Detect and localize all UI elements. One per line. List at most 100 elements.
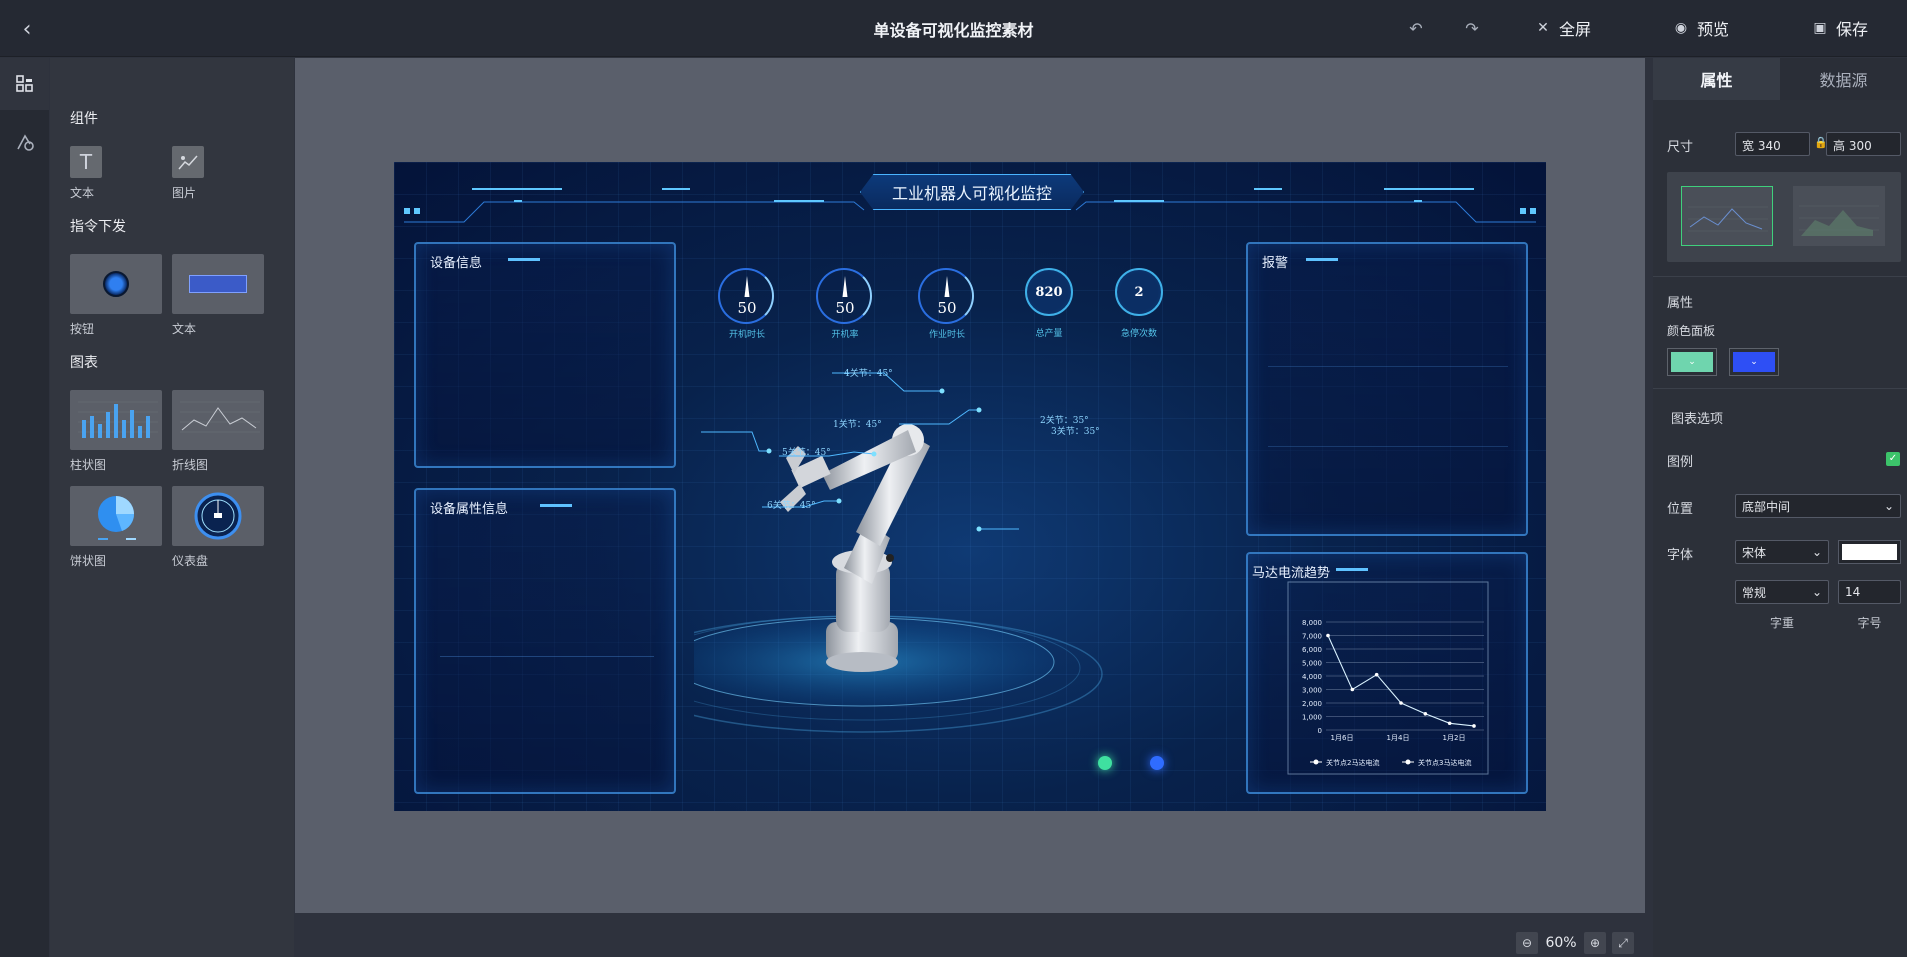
- gauge-icon: [172, 486, 264, 546]
- preview-label: 预览: [1697, 20, 1730, 39]
- position-select[interactable]: 底部中间 ⌄: [1735, 494, 1901, 518]
- joint-leader-lines: [701, 372, 1019, 532]
- eye-icon: ◉: [1674, 20, 1688, 36]
- pie-chart-icon: [70, 486, 162, 546]
- component-label: 文本: [172, 322, 197, 336]
- fit-screen-icon: ⤢: [1618, 935, 1628, 950]
- bar-chart-icon: [70, 390, 162, 450]
- zoom-in-button[interactable]: ⊕: [1584, 932, 1606, 954]
- chart-style-option-1[interactable]: [1681, 186, 1773, 246]
- height-input[interactable]: 高 300: [1826, 132, 1901, 156]
- component-label: 图片: [172, 186, 197, 200]
- chevron-down-icon: ⌄: [1671, 352, 1713, 372]
- component-label: 折线图: [172, 458, 209, 472]
- chevron-down-icon: ⌄: [1883, 499, 1894, 513]
- component-label: 文本: [70, 186, 95, 200]
- legend-checkbox[interactable]: ✓: [1886, 452, 1900, 466]
- chevron-down-icon: ⌄: [1811, 585, 1822, 599]
- component-image[interactable]: 图片: [172, 146, 264, 201]
- font-family-value: 宋体: [1742, 545, 1767, 560]
- component-gauge[interactable]: 仪表盘: [172, 486, 264, 569]
- component-label: 柱状图: [70, 458, 107, 472]
- text-input-icon: [172, 254, 264, 314]
- font-family-select[interactable]: 宋体 ⌄: [1735, 540, 1829, 564]
- joint-label-1: 1关节：45°: [833, 420, 882, 430]
- component-label: 饼状图: [70, 554, 107, 568]
- joint-label-5: 5关节：45°: [782, 448, 831, 458]
- size-label: 尺寸: [1667, 140, 1694, 155]
- fit-screen-button[interactable]: ⤢: [1612, 932, 1634, 954]
- font-weight-caption: 字重: [1769, 616, 1794, 630]
- undo-icon: ↶: [1409, 18, 1423, 38]
- component-label: 仪表盘: [172, 554, 209, 568]
- legend-label: 图例: [1667, 455, 1694, 470]
- component-text[interactable]: T 文本: [70, 146, 162, 201]
- width-input[interactable]: 宽 340: [1735, 132, 1810, 156]
- preview-button[interactable]: ◉ 预览: [1673, 16, 1729, 40]
- fullscreen-label: 全屏: [1559, 20, 1592, 39]
- section-title-commands: 指令下发: [70, 219, 126, 235]
- document-title: 单设备可视化监控素材: [873, 21, 1034, 40]
- chevron-down-icon: ⌄: [1733, 352, 1775, 372]
- tab-datasource[interactable]: 数据源: [1780, 58, 1907, 100]
- button-icon: [70, 254, 162, 314]
- chart-options-title: 图表选项: [1671, 412, 1724, 427]
- component-bar-chart[interactable]: 柱状图: [70, 390, 162, 473]
- font-label: 字体: [1667, 548, 1694, 563]
- image-icon: [172, 146, 204, 178]
- component-pie-chart[interactable]: 饼状图: [70, 486, 162, 569]
- chart-style-option-2[interactable]: [1793, 186, 1885, 246]
- line-chart-icon: [172, 390, 264, 450]
- chevron-down-icon: ⌄: [1811, 545, 1822, 559]
- position-label: 位置: [1667, 502, 1694, 517]
- zoom-out-button[interactable]: ⊖: [1516, 932, 1538, 954]
- font-size-input[interactable]: 14: [1838, 580, 1901, 604]
- save-button[interactable]: ▣ 保存: [1812, 16, 1868, 40]
- color-swatch-blue[interactable]: ⌄: [1729, 348, 1779, 376]
- component-label: 按钮: [70, 322, 95, 336]
- top-bar: ‹ 单设备可视化监控素材 ↶ ↷ ✕ 全屏 ◉ 预览 ▣ 保存: [0, 0, 1907, 57]
- left-rail: [0, 58, 49, 957]
- font-weight-select[interactable]: 常规 ⌄: [1735, 580, 1829, 604]
- redo-icon: ↷: [1465, 18, 1479, 38]
- properties-tabs: 属性 数据源: [1653, 58, 1907, 100]
- joint-label-4: 4关节：45°: [844, 369, 893, 379]
- shapes-icon: [16, 134, 34, 151]
- save-icon: ▣: [1813, 20, 1827, 36]
- chart-style-picker: [1667, 172, 1901, 262]
- component-panel: 组件 T 文本 图片 指令下发 按钮 文本 图表 柱状图 折线图 饼状图 仪表盘: [50, 58, 294, 957]
- save-label: 保存: [1836, 20, 1869, 39]
- position-value: 底部中间: [1742, 499, 1791, 514]
- status-dot-blue[interactable]: [1150, 756, 1164, 770]
- joint-label-6: 6关节：45°: [767, 501, 816, 511]
- zoom-in-icon: ⊕: [1589, 936, 1601, 950]
- dashboard-board[interactable]: 工业机器人可视化监控 设备信息 设备属性信息 报警 马达电流趋势 8,000 7,…: [394, 162, 1546, 811]
- fullscreen-button[interactable]: ✕ 全屏: [1535, 16, 1591, 40]
- color-panel-label: 颜色面板: [1667, 324, 1716, 338]
- component-line-chart[interactable]: 折线图: [172, 390, 264, 473]
- font-color-picker[interactable]: [1838, 540, 1901, 564]
- divider: [1653, 276, 1907, 277]
- fullscreen-icon: ✕: [1537, 20, 1549, 36]
- text-icon: T: [70, 146, 102, 178]
- rail-components[interactable]: [0, 58, 49, 110]
- zoom-bar: ⊖ 60% ⊕ ⤢: [1516, 930, 1634, 956]
- redo-button[interactable]: ↷: [1460, 16, 1484, 40]
- tab-properties[interactable]: 属性: [1653, 58, 1780, 100]
- section-title-charts: 图表: [70, 355, 98, 371]
- divider: [1653, 388, 1907, 389]
- component-text-input[interactable]: 文本: [172, 254, 264, 337]
- font-size-caption: 字号: [1857, 616, 1882, 630]
- font-weight-value: 常规: [1742, 585, 1767, 600]
- color-swatch-green[interactable]: ⌄: [1667, 348, 1717, 376]
- attr-section-title: 属性: [1667, 296, 1694, 311]
- zoom-out-icon: ⊖: [1521, 936, 1533, 950]
- status-dot-green[interactable]: [1098, 756, 1112, 770]
- component-button[interactable]: 按钮: [70, 254, 162, 337]
- properties-panel: 属性 数据源 尺寸 宽 340 🔒 高 300 属性 颜色面板 ⌄ ⌄ 图表选项…: [1653, 58, 1907, 957]
- section-title-components: 组件: [70, 111, 98, 127]
- undo-button[interactable]: ↶: [1404, 16, 1428, 40]
- rail-shapes[interactable]: [0, 116, 49, 168]
- zoom-value: 60%: [1545, 935, 1577, 951]
- components-grid-icon: [15, 75, 33, 92]
